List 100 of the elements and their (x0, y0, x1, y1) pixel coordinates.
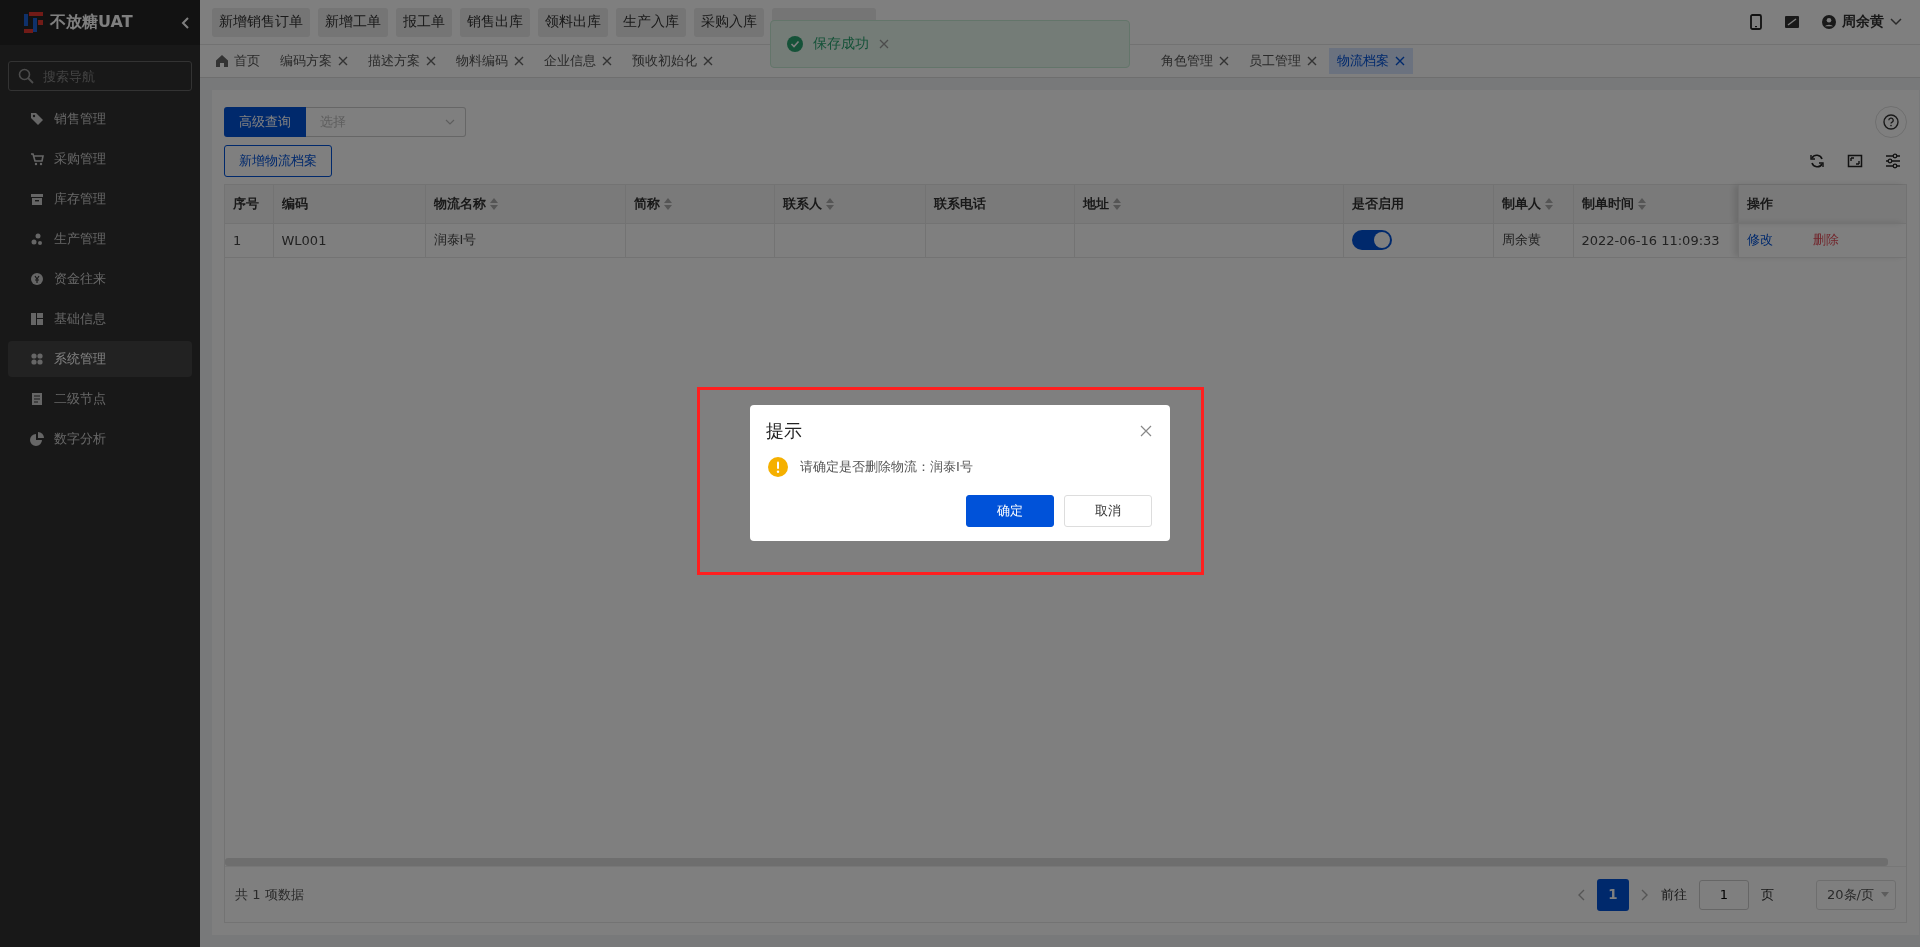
table-cell: 1 (233, 232, 242, 248)
tab[interactable]: 描述方案 (360, 48, 444, 74)
user-icon (1822, 15, 1836, 29)
tab[interactable]: 首页 (208, 48, 268, 74)
sort-icon[interactable] (663, 197, 672, 210)
nav-item[interactable]: 库存管理 (8, 181, 192, 217)
close-icon[interactable] (1219, 56, 1229, 66)
chevron-down-icon (445, 119, 455, 125)
column-header[interactable]: 地址 (1074, 185, 1343, 223)
close-icon[interactable] (1307, 56, 1317, 66)
nav-item[interactable]: 销售管理 (8, 101, 192, 137)
settings-icon[interactable] (1885, 153, 1901, 169)
shortcut-button[interactable]: 报工单 (396, 7, 452, 37)
close-icon[interactable] (426, 56, 436, 66)
column-header: 编码 (273, 185, 425, 223)
column-header: 序号 (225, 185, 273, 223)
shortcut-button[interactable]: 生产入库 (616, 7, 686, 37)
tab[interactable]: 角色管理 (1153, 48, 1237, 74)
tab[interactable]: 企业信息 (536, 48, 620, 74)
home-icon (216, 55, 228, 67)
cart-icon (30, 152, 44, 166)
search-icon (18, 68, 34, 84)
page-button[interactable]: 1 (1597, 878, 1629, 911)
sort-icon[interactable] (1544, 197, 1553, 210)
table-cell: WL001 (281, 232, 327, 248)
table-cell: 润泰I号 (433, 232, 477, 247)
column-header[interactable]: 制单时间 (1573, 185, 1738, 223)
nav-item[interactable]: 数字分析 (8, 421, 192, 457)
close-icon[interactable] (1395, 56, 1405, 66)
cancel-button[interactable]: 取消 (1064, 495, 1152, 527)
sort-icon[interactable] (489, 197, 498, 210)
success-icon (787, 36, 803, 52)
nav-item[interactable]: 基础信息 (8, 301, 192, 337)
sort-icon[interactable] (1112, 197, 1121, 210)
close-icon[interactable] (602, 56, 612, 66)
toggle-switch[interactable] (1351, 230, 1392, 250)
dialog-message: 请确定是否删除物流：润泰I号 (800, 458, 973, 476)
nav-item[interactable]: 资金往来 (8, 261, 192, 297)
goto-label: 前往 (1661, 885, 1687, 904)
tag-icon (30, 112, 44, 126)
tab[interactable]: 预收初始化 (624, 48, 721, 74)
close-icon[interactable] (703, 56, 713, 66)
close-icon[interactable] (1140, 425, 1152, 437)
confirm-button[interactable]: 确定 (966, 495, 1054, 527)
refresh-icon[interactable] (1809, 153, 1825, 169)
chevron-left-icon[interactable] (1577, 888, 1585, 901)
delete-link[interactable]: 删除 (1812, 231, 1839, 249)
dots-icon (30, 232, 44, 246)
close-icon[interactable] (338, 56, 348, 66)
sort-icon[interactable] (1637, 197, 1646, 210)
table-cell: 周余黄 (1501, 232, 1541, 247)
chevron-down-icon[interactable] (1890, 18, 1902, 26)
phone-icon[interactable] (1750, 14, 1762, 30)
logo-text: 不放糖UAT (50, 12, 134, 33)
add-button[interactable]: 新增物流档案 (224, 145, 332, 177)
edit-link[interactable]: 修改 (1746, 231, 1773, 249)
collapse-icon[interactable] (180, 15, 190, 30)
shortcut-button[interactable]: 销售出库 (460, 7, 530, 37)
shortcut-button[interactable]: 采购入库 (694, 7, 764, 37)
tab[interactable]: 物料编码 (448, 48, 532, 74)
user-name[interactable]: 周余黄 (1842, 13, 1884, 31)
nav-item[interactable]: 系统管理 (8, 341, 192, 377)
column-header[interactable]: 联系人 (774, 185, 925, 223)
column-header[interactable]: 制单人 (1493, 185, 1573, 223)
column-header: 是否启用 (1343, 185, 1493, 223)
tab[interactable]: 员工管理 (1241, 48, 1325, 74)
shortcut-button[interactable]: 新增工单 (318, 7, 388, 37)
nav-item[interactable]: 二级节点 (8, 381, 192, 417)
pie-chart-icon (30, 432, 44, 446)
nav-item[interactable]: 采购管理 (8, 141, 192, 177)
warning-icon (768, 457, 788, 477)
column-header: 操作 (1738, 185, 1906, 223)
help-icon[interactable] (1875, 106, 1907, 138)
page-input[interactable]: 1 (1699, 879, 1749, 910)
table-cell: 2022-06-16 11:09:33 (1581, 232, 1720, 248)
tab[interactable]: 物流档案 (1329, 48, 1413, 74)
close-icon[interactable] (879, 39, 889, 49)
page-size-select[interactable]: 20条/页 (1816, 879, 1896, 910)
logo-icon (24, 11, 44, 34)
column-header: 联系电话 (925, 185, 1074, 223)
tab[interactable]: 编码方案 (272, 48, 356, 74)
total-count: 共 1 项数据 (235, 885, 304, 904)
document-icon (30, 392, 44, 406)
shortcut-button[interactable]: 领料出库 (538, 7, 608, 37)
close-icon[interactable] (514, 56, 524, 66)
chevron-right-icon[interactable] (1641, 888, 1649, 901)
page-suffix: 页 (1761, 885, 1774, 904)
caret-down-icon (1881, 892, 1889, 897)
nav-item[interactable]: 生产管理 (8, 221, 192, 257)
archive-icon (30, 192, 44, 206)
column-header[interactable]: 简称 (625, 185, 774, 223)
coin-icon (30, 272, 44, 286)
fullscreen-icon[interactable] (1847, 153, 1863, 169)
picture-in-picture-icon[interactable] (1784, 15, 1800, 29)
grid-icon (30, 352, 44, 366)
sort-icon[interactable] (825, 197, 834, 210)
shortcut-button[interactable]: 新增销售订单 (212, 7, 310, 37)
toast-message: 保存成功 (770, 20, 1130, 68)
column-header[interactable]: 物流名称 (425, 185, 625, 223)
advanced-query-button[interactable]: 高级查询 (224, 107, 306, 137)
